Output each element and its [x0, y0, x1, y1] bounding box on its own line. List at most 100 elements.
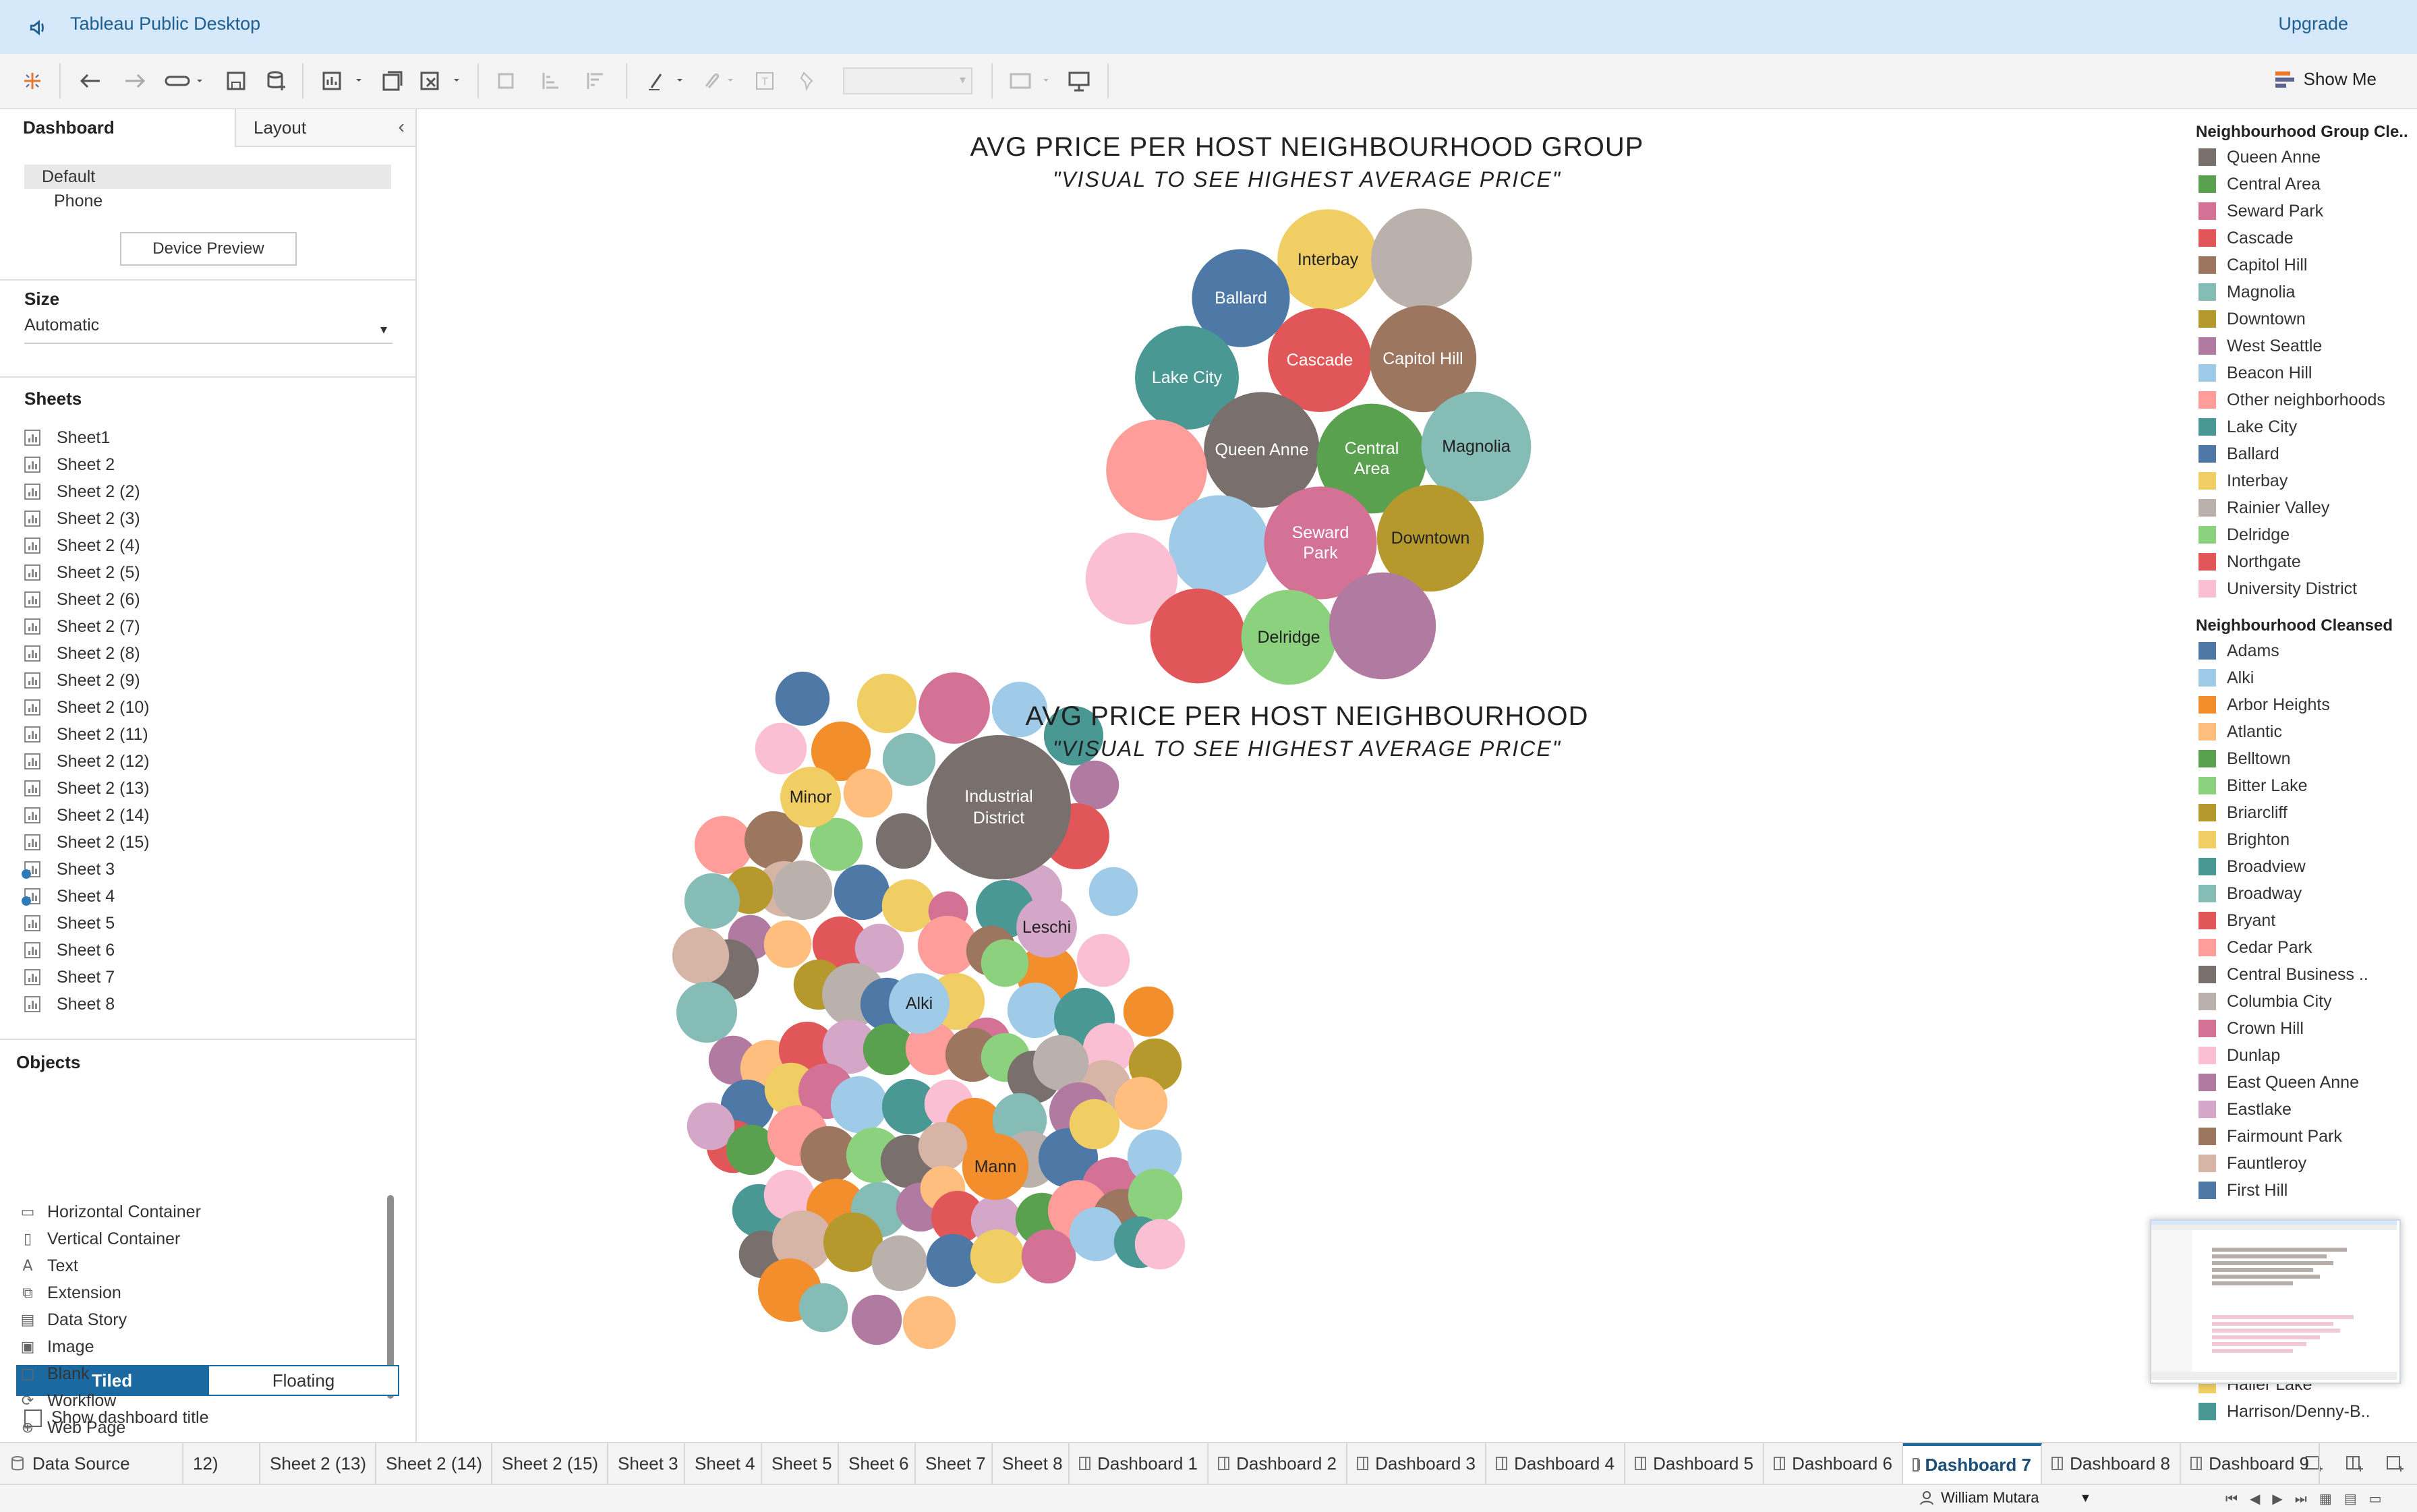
device-default[interactable]: Default [24, 165, 391, 189]
legend-item-brighton[interactable]: Brighton [2198, 828, 2290, 851]
object-workflow[interactable]: ⟳ Workflow [16, 1388, 117, 1414]
bubble-mark[interactable] [830, 1076, 888, 1134]
sheet-item-sheet-2-7[interactable]: Sheet 2 (7) [24, 614, 140, 639]
legend-item-fauntleroy[interactable]: Fauntleroy [2198, 1152, 2306, 1175]
show-filmstrip-icon[interactable]: ▤ [2344, 1490, 2357, 1507]
sheet-item-sheet-7[interactable]: Sheet 7 [24, 964, 115, 990]
sheet-item-sheet-2-13[interactable]: Sheet 2 (13) [24, 776, 150, 801]
object-vertical-container[interactable]: ▯ Vertical Container [16, 1226, 180, 1252]
undo-icon[interactable] [76, 66, 105, 96]
legend-item-cascade[interactable]: Cascade [2198, 227, 2294, 250]
tab-dashboard-1[interactable]: Dashboard 1 [1070, 1443, 1208, 1484]
previous-tab-icon[interactable]: ◀ [2250, 1490, 2260, 1507]
bubble-mark[interactable] [871, 1235, 928, 1291]
bubble-mark[interactable] [970, 1229, 1025, 1284]
bubble-mark[interactable] [1123, 986, 1174, 1037]
duplicate-sheet-icon[interactable] [379, 66, 406, 96]
save-icon[interactable] [223, 66, 250, 96]
tab-dashboard-9[interactable]: Dashboard 9 [2181, 1443, 2320, 1484]
bubble-west-seattle[interactable] [1329, 572, 1436, 680]
device-phone[interactable]: Phone [24, 189, 391, 213]
next-tab-icon[interactable]: ▶ [2272, 1490, 2282, 1507]
tab-dashboard-5[interactable]: Dashboard 5 [1625, 1443, 1764, 1484]
bubble-alki[interactable]: Alki [889, 973, 950, 1034]
tableau-logo-icon[interactable] [19, 66, 46, 96]
bubble-mark[interactable] [1169, 495, 1270, 596]
bubble-mark[interactable] [1021, 1229, 1076, 1284]
bubble-mark[interactable] [902, 1296, 956, 1349]
legend-item-broadview[interactable]: Broadview [2198, 855, 2306, 878]
legend-item-northgate[interactable]: Northgate [2198, 550, 2301, 573]
bubble-mark[interactable] [981, 939, 1029, 987]
dashboard-thumbnail-preview[interactable] [2150, 1219, 2401, 1384]
object-text[interactable]: A Text [16, 1253, 78, 1279]
legend-item-columbia-city[interactable]: Columbia City [2198, 990, 2332, 1013]
presentation-mode-icon[interactable] [1066, 66, 1093, 96]
sheet-item-sheet-2-5[interactable]: Sheet 2 (5) [24, 560, 140, 585]
legend-item-fairmount-park[interactable]: Fairmount Park [2198, 1125, 2342, 1148]
legend-item-interbay[interactable]: Interbay [2198, 469, 2288, 492]
data-source-dropdown-icon[interactable] [162, 66, 205, 96]
sheet-item-sheet-2-10[interactable]: Sheet 2 (10) [24, 695, 150, 720]
tab-dashboard-2[interactable]: Dashboard 2 [1208, 1443, 1347, 1484]
tab-dashboard-8[interactable]: Dashboard 8 [2042, 1443, 2181, 1484]
bubble-mark[interactable] [1007, 982, 1064, 1039]
sheet-item-sheet-2-15[interactable]: Sheet 2 (15) [24, 830, 150, 855]
sheet-item-sheet-3[interactable]: Sheet 3 [22, 856, 115, 882]
sheet-item-sheet-2-14[interactable]: Sheet 2 (14) [24, 803, 150, 828]
tab-sheet-4[interactable]: Sheet 4 [685, 1443, 762, 1484]
legend-item-atlantic[interactable]: Atlantic [2198, 720, 2282, 743]
collapse-panel-icon[interactable]: ‹ [399, 116, 405, 138]
object-data-story[interactable]: ▤ Data Story [16, 1307, 127, 1333]
legend-item-delridge[interactable]: Delridge [2198, 523, 2290, 546]
sheet-item-sheet-2-9[interactable]: Sheet 2 (9) [24, 668, 140, 693]
legend-item-downtown[interactable]: Downtown [2198, 308, 2306, 330]
show-tabs-icon[interactable]: ▭ [2369, 1490, 2382, 1507]
tab-dashboard-4[interactable]: Dashboard 4 [1486, 1443, 1625, 1484]
show-me-button[interactable]: Show Me [2274, 69, 2377, 90]
new-worksheet-icon[interactable] [320, 66, 367, 96]
last-tab-icon[interactable]: ⏭ [2295, 1490, 2307, 1507]
legend-item-bryant[interactable]: Bryant [2198, 909, 2275, 932]
sheet-item-sheet1[interactable]: Sheet1 [24, 425, 110, 450]
legend-item-harrison-denny-b[interactable]: Harrison/Denny-B.. [2198, 1400, 2370, 1423]
bubble-mark[interactable] [694, 815, 753, 875]
legend-item-cedar-park[interactable]: Cedar Park [2198, 936, 2312, 959]
bubble-delridge[interactable]: Delridge [1241, 589, 1337, 685]
tab-12[interactable]: 12) [183, 1443, 260, 1484]
tab-dashboard-6[interactable]: Dashboard 6 [1764, 1443, 1903, 1484]
bubble-mark[interactable] [1371, 208, 1472, 310]
new-data-source-icon[interactable] [263, 66, 290, 96]
bubble-mark[interactable] [1114, 1076, 1168, 1130]
bubble-mark[interactable] [1134, 1219, 1186, 1270]
tab-dashboard[interactable]: Dashboard [0, 109, 235, 147]
tab-dashboard-7[interactable]: Dashboard 7 [1903, 1443, 2042, 1484]
size-dropdown[interactable]: Automatic ▾ [24, 316, 392, 344]
legend-item-alki[interactable]: Alki [2198, 666, 2254, 689]
bubble-mark[interactable] [755, 722, 807, 775]
bubble-minor[interactable]: Minor [780, 767, 841, 827]
user-menu[interactable]: William Mutara ▼ [1919, 1489, 2091, 1507]
bubble-mark[interactable] [843, 768, 893, 818]
bubble-mark[interactable] [772, 860, 833, 921]
bubble-beacon-hill[interactable] [1169, 495, 1270, 596]
legend-item-dunlap[interactable]: Dunlap [2198, 1044, 2280, 1067]
object-web-page[interactable]: ⊕ Web Page [16, 1415, 126, 1441]
first-tab-icon[interactable]: ⏮ [2225, 1490, 2238, 1507]
bubble-mark[interactable] [834, 864, 890, 921]
show-sheet-sorter-icon[interactable]: ▦ [2319, 1490, 2332, 1507]
object-horizontal-container[interactable]: ▭ Horizontal Container [16, 1199, 201, 1225]
object-blank[interactable]: □ Blank [16, 1361, 90, 1387]
bubble-mark[interactable] [798, 1283, 848, 1333]
redo-icon[interactable] [120, 66, 150, 96]
sheet-item-sheet-8[interactable]: Sheet 8 [24, 991, 115, 1017]
tab-sheet-3[interactable]: Sheet 3 [608, 1443, 685, 1484]
new-story-tab-icon[interactable] [2377, 1443, 2417, 1484]
legend-item-broadway[interactable]: Broadway [2198, 882, 2302, 905]
sheet-item-sheet-5[interactable]: Sheet 5 [24, 910, 115, 936]
legend-item-first-hill[interactable]: First Hill [2198, 1179, 2288, 1202]
tab-sheet-7[interactable]: Sheet 7 [916, 1443, 993, 1484]
bubble-mark[interactable] [763, 920, 812, 968]
legend-item-east-queen-anne[interactable]: East Queen Anne [2198, 1071, 2359, 1094]
legend-item-crown-hill[interactable]: Crown Hill [2198, 1017, 2304, 1040]
